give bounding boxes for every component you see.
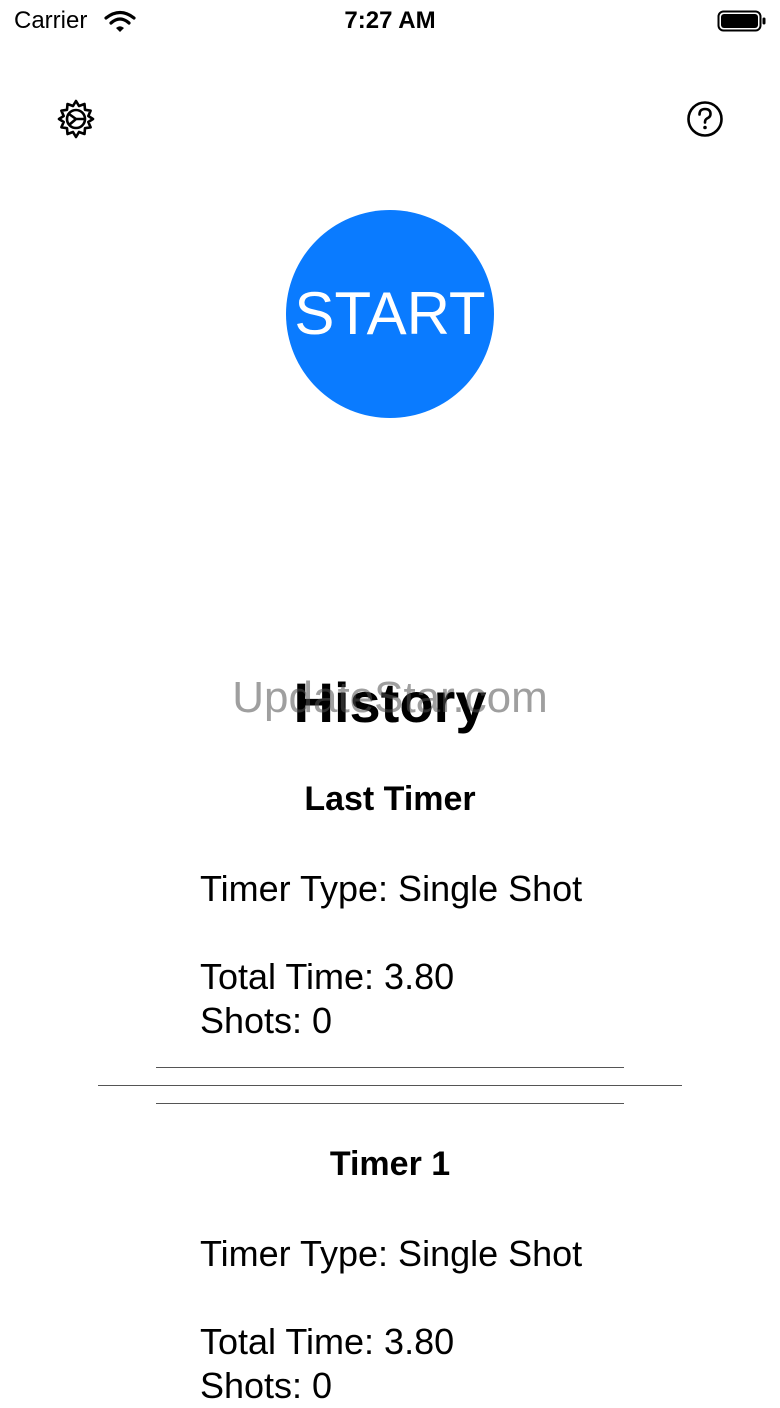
last-timer-type: Timer Type: Single Shot (200, 868, 583, 909)
gear-icon (57, 99, 95, 139)
history-entry-title: Timer 1 (329, 1145, 451, 1183)
help-button[interactable] (684, 98, 726, 140)
last-timer-shots: Shots: 0 (200, 1000, 333, 1041)
divider (156, 1103, 624, 1104)
status-time: 7:27 AM (344, 7, 436, 34)
last-timer-title: Last Timer (304, 780, 476, 818)
watermark: UpdateStar.com (232, 673, 548, 722)
question-circle-icon (687, 101, 723, 137)
last-timer-total-time: Total Time: 3.80 (200, 956, 455, 997)
divider (156, 1067, 624, 1068)
divider (98, 1085, 682, 1086)
history-entry-shots: Shots: 0 (200, 1365, 333, 1406)
history-entry-type: Timer Type: Single Shot (200, 1233, 583, 1274)
settings-button[interactable] (54, 97, 98, 141)
history-entry-total-time: Total Time: 3.80 (200, 1321, 455, 1362)
start-button[interactable]: START (286, 210, 494, 418)
battery-icon (717, 9, 767, 33)
